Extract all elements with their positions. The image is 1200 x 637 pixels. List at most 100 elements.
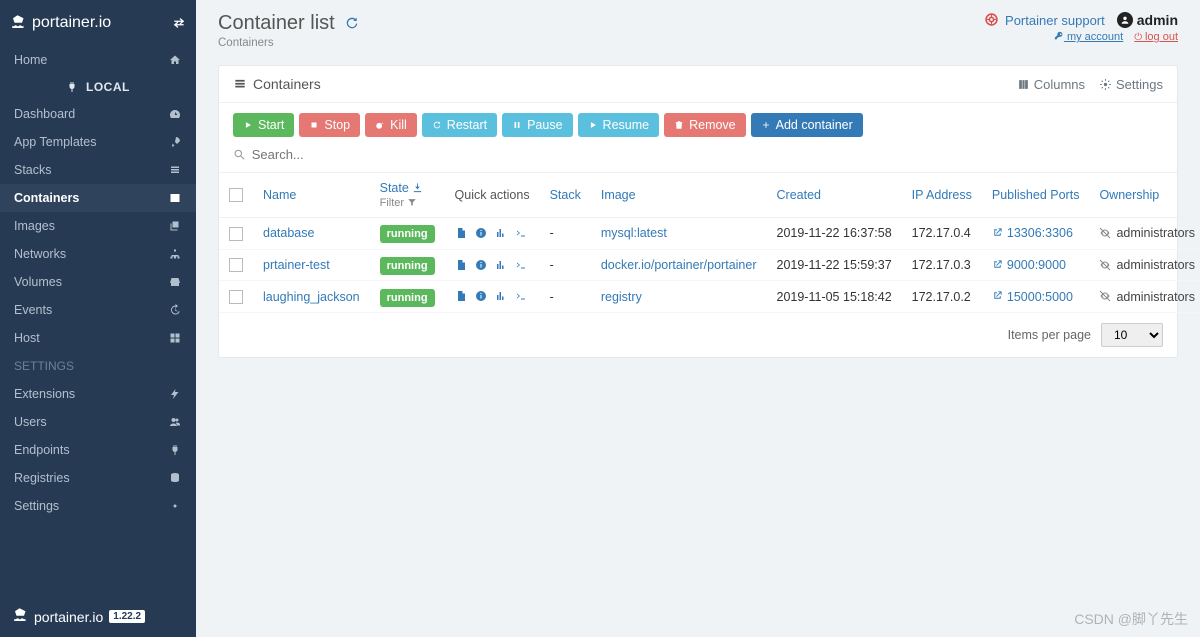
published-port-link[interactable]: 15000:5000 [992, 290, 1080, 304]
ownership-cell: administrators [1099, 290, 1195, 304]
image-link[interactable]: mysql:latest [591, 218, 767, 250]
console-icon[interactable] [515, 258, 527, 272]
container-name-link[interactable]: laughing_jackson [253, 281, 370, 313]
table-row: prtainer-testrunning-docker.io/portainer… [219, 249, 1200, 281]
col-ip[interactable]: IP Address [902, 173, 982, 218]
sidebar-item-label: Home [14, 53, 47, 67]
nav: Home LOCALDashboard App Templates StacksCo… [0, 46, 196, 596]
sidebar-item-label: Settings [14, 499, 59, 513]
sidebar-item-host[interactable]: Host [0, 324, 196, 352]
kill-button[interactable]: Kill [365, 113, 417, 137]
created-cell: 2019-11-22 15:59:37 [767, 249, 902, 281]
inspect-icon[interactable] [475, 258, 487, 272]
logs-icon[interactable] [455, 226, 467, 240]
database-icon [168, 471, 182, 485]
logs-icon[interactable] [455, 258, 467, 272]
key-icon [1054, 32, 1064, 43]
sidebar-item-stacks[interactable]: Stacks [0, 156, 196, 184]
console-icon[interactable] [515, 226, 527, 240]
col-ports[interactable]: Published Ports [982, 173, 1090, 218]
col-image[interactable]: Image [591, 173, 767, 218]
row-checkbox[interactable] [229, 290, 243, 304]
ship-icon [12, 606, 30, 627]
sidebar-item-dashboard[interactable]: Dashboard [0, 100, 196, 128]
sidebar-item-app-templates[interactable]: App Templates [0, 128, 196, 156]
image-link[interactable]: docker.io/portainer/portainer [591, 249, 767, 281]
sidebar-item-extensions[interactable]: Extensions [0, 380, 196, 408]
bomb-icon [375, 120, 385, 130]
panel-title: Containers [233, 76, 321, 92]
col-ownership[interactable]: Ownership [1089, 173, 1200, 218]
add-container-button[interactable]: Add container [751, 113, 863, 137]
row-checkbox[interactable] [229, 258, 243, 272]
console-icon[interactable] [515, 290, 527, 304]
nav-endpoint-label: LOCAL [0, 74, 196, 100]
ip-cell: 172.17.0.2 [902, 281, 982, 313]
ip-cell: 172.17.0.4 [902, 218, 982, 250]
brand-text: portainer.io [32, 14, 111, 32]
tach-icon [168, 107, 182, 121]
select-all-checkbox[interactable] [229, 188, 243, 202]
refresh-icon[interactable] [344, 16, 360, 33]
sidebar-item-label: Registries [14, 471, 70, 485]
col-created[interactable]: Created [767, 173, 902, 218]
sidebar-item-label: Volumes [14, 275, 62, 289]
sidebar-item-home[interactable]: Home [0, 46, 196, 74]
restart-button[interactable]: Restart [422, 113, 497, 137]
row-checkbox[interactable] [229, 227, 243, 241]
stats-icon[interactable] [495, 226, 507, 240]
users-icon [168, 415, 182, 429]
stop-button[interactable]: Stop [299, 113, 360, 137]
gear-icon [1099, 78, 1112, 91]
col-name[interactable]: Name [253, 173, 370, 218]
sidebar-item-images[interactable]: Images [0, 212, 196, 240]
settings-button[interactable]: Settings [1099, 77, 1163, 92]
container-name-link[interactable]: database [253, 218, 370, 250]
published-port-link[interactable]: 9000:9000 [992, 258, 1080, 272]
history-icon [168, 303, 182, 317]
remove-button[interactable]: Remove [664, 113, 746, 137]
current-user[interactable]: admin [1117, 12, 1178, 28]
published-port-link[interactable]: 13306:3306 [992, 226, 1080, 240]
col-stack[interactable]: Stack [540, 173, 591, 218]
refresh-icon [432, 120, 442, 130]
inspect-icon[interactable] [475, 226, 487, 240]
brand-logo[interactable]: portainer.io [10, 13, 111, 34]
resume-button[interactable]: Resume [578, 113, 660, 137]
items-per-page-select[interactable]: 10 [1101, 323, 1163, 347]
columns-button[interactable]: Columns [1017, 77, 1085, 92]
image-link[interactable]: registry [591, 281, 767, 313]
support-link[interactable]: Portainer support [985, 13, 1104, 28]
stack-cell: - [540, 218, 591, 250]
start-button[interactable]: Start [233, 113, 294, 137]
log-out-link[interactable]: log out [1134, 31, 1178, 43]
table-row: databaserunning-mysql:latest2019-11-22 1… [219, 218, 1200, 250]
ship-icon [10, 13, 28, 34]
sidebar-toggle-icon[interactable] [172, 15, 186, 31]
sidebar-item-endpoints[interactable]: Endpoints [0, 436, 196, 464]
my-account-link[interactable]: my account [1054, 31, 1123, 43]
sort-icon [412, 182, 423, 193]
sidebar-item-events[interactable]: Events [0, 296, 196, 324]
sidebar-item-users[interactable]: Users [0, 408, 196, 436]
search-input[interactable] [252, 147, 1163, 162]
sidebar-item-volumes[interactable]: Volumes [0, 268, 196, 296]
version-badge: 1.22.2 [109, 610, 145, 623]
sidebar-item-networks[interactable]: Networks [0, 240, 196, 268]
sidebar-item-registries[interactable]: Registries [0, 464, 196, 492]
pause-button[interactable]: Pause [502, 113, 572, 137]
stats-icon[interactable] [495, 290, 507, 304]
containers-table: Name State Filter Quick actions Stack Im… [219, 173, 1200, 313]
col-state[interactable]: State Filter [370, 173, 445, 218]
logs-icon[interactable] [455, 290, 467, 304]
container-name-link[interactable]: prtainer-test [253, 249, 370, 281]
sidebar-item-label: Networks [14, 247, 66, 261]
sidebar-item-label: App Templates [14, 135, 96, 149]
inspect-icon[interactable] [475, 290, 487, 304]
stats-icon[interactable] [495, 258, 507, 272]
sidebar-item-label: Endpoints [14, 443, 70, 457]
page-title: Container list [218, 12, 360, 35]
filter-icon[interactable] [407, 197, 417, 207]
sidebar-item-containers[interactable]: Containers [0, 184, 196, 212]
sidebar-item-settings[interactable]: Settings [0, 492, 196, 520]
